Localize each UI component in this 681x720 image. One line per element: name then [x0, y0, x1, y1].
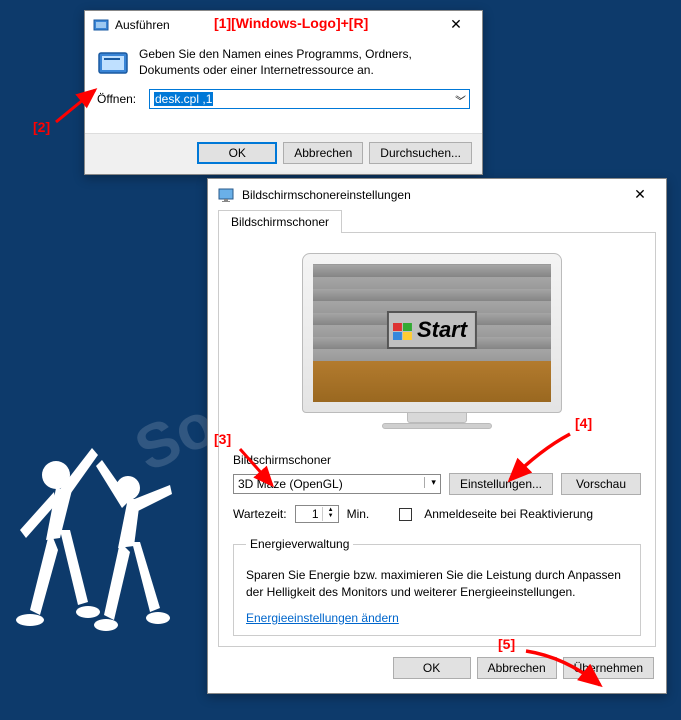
- screensaver-select-value: 3D Maze (OpenGL): [238, 477, 343, 491]
- close-icon[interactable]: ✕: [620, 185, 660, 205]
- settings-button[interactable]: Einstellungen...: [449, 473, 553, 495]
- ok-button[interactable]: OK: [197, 142, 277, 164]
- screensaver-group-label: Bildschirmschoner: [233, 453, 641, 467]
- wait-label: Wartezeit:: [233, 507, 287, 521]
- start-banner: Start: [387, 311, 477, 349]
- cancel-button[interactable]: Abbrechen: [477, 657, 557, 679]
- wait-unit: Min.: [347, 507, 370, 521]
- energy-legend: Energieverwaltung: [246, 537, 353, 551]
- open-label: Öffnen:: [97, 92, 141, 106]
- tab-panel: Start Bildschirmschoner 3D Maze (OpenGL)…: [218, 232, 656, 647]
- screensaver-titlebar[interactable]: Bildschirmschonereinstellungen ✕: [208, 179, 666, 209]
- chevron-down-icon: ▾: [424, 477, 436, 488]
- apply-button[interactable]: Übernehmen: [563, 657, 654, 679]
- tab-screensaver[interactable]: Bildschirmschoner: [218, 210, 342, 233]
- dialog-button-row: OK Abbrechen Übernehmen: [208, 647, 666, 693]
- annotation-2: [2]: [33, 119, 50, 135]
- run-description: Geben Sie den Namen eines Programms, Ord…: [139, 47, 470, 78]
- run-titlebar[interactable]: Ausführen ✕: [85, 11, 482, 37]
- run-button-row: OK Abbrechen Durchsuchen...: [85, 133, 482, 174]
- screensaver-dialog: Bildschirmschonereinstellungen ✕ Bildsch…: [207, 178, 667, 694]
- background-silhouette: [0, 430, 200, 690]
- monitor-icon: [218, 187, 234, 203]
- preview-button[interactable]: Vorschau: [561, 473, 641, 495]
- command-combobox[interactable]: desk.cpl ,1﹀ ﹀: [149, 89, 470, 109]
- monitor-preview: Start: [302, 253, 572, 433]
- resume-checkbox[interactable]: [399, 508, 412, 521]
- screensaver-select[interactable]: 3D Maze (OpenGL) ▾: [233, 474, 441, 494]
- resume-label: Anmeldeseite bei Reaktivierung: [424, 507, 593, 521]
- spinner-arrows-icon[interactable]: ▲▼: [322, 507, 334, 521]
- run-large-icon: [97, 47, 129, 79]
- energy-text: Sparen Sie Energie bzw. maximieren Sie d…: [246, 567, 628, 601]
- wait-spinner[interactable]: 1 ▲▼: [295, 505, 339, 523]
- energy-settings-link[interactable]: Energieeinstellungen ändern: [246, 611, 399, 625]
- close-icon[interactable]: ✕: [436, 15, 476, 35]
- run-title: Ausführen: [115, 18, 436, 32]
- run-dialog: Ausführen ✕ Geben Sie den Namen eines Pr…: [84, 10, 483, 175]
- browse-button[interactable]: Durchsuchen...: [369, 142, 472, 164]
- command-input[interactable]: desk.cpl ,1﹀: [149, 89, 470, 109]
- ok-button[interactable]: OK: [393, 657, 471, 679]
- run-icon: [93, 17, 109, 33]
- cancel-button[interactable]: Abbrechen: [283, 142, 363, 164]
- energy-group: Energieverwaltung Sparen Sie Energie bzw…: [233, 537, 641, 636]
- chevron-down-icon: ﹀: [455, 93, 465, 108]
- windows-flag-icon: [393, 321, 413, 339]
- screensaver-title: Bildschirmschonereinstellungen: [242, 188, 620, 202]
